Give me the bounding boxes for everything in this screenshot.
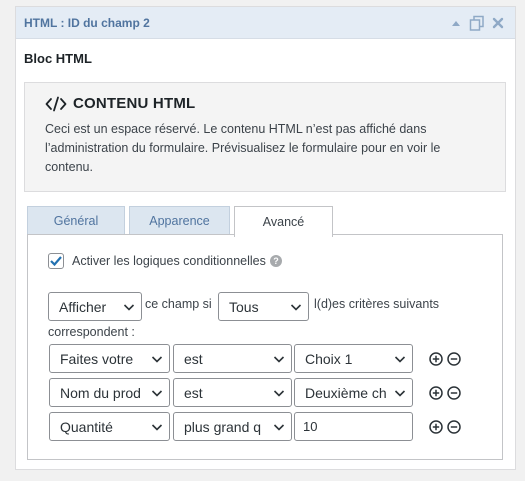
checkmark-icon <box>50 256 62 266</box>
remove-rule-icon[interactable] <box>447 386 461 400</box>
settings-tabs: Général Apparence Avancé <box>27 206 337 237</box>
rule-operator-select[interactable]: est <box>173 344 292 373</box>
html-placeholder-box: CONTENU HTML Ceci est un espace réservé.… <box>24 82 506 192</box>
panel-header: HTML : ID du champ 2 <box>16 7 515 39</box>
rule-value-select[interactable]: Deuxième ch <box>294 378 413 407</box>
rule-value-select[interactable]: Choix 1 <box>294 344 413 373</box>
duplicate-icon[interactable] <box>468 14 486 32</box>
remove-rule-icon[interactable] <box>447 352 461 366</box>
chevron-down-icon <box>273 390 285 397</box>
chevron-down-icon <box>123 304 135 311</box>
rule-field-select[interactable]: Nom du prod <box>49 378 170 407</box>
add-rule-icon[interactable] <box>429 386 443 400</box>
conditional-logic-row: Activer les logiques conditionnelles ? <box>48 253 282 269</box>
condition-text-end: correspondent : <box>48 325 135 339</box>
panel-title: HTML : ID du champ 2 <box>24 15 150 30</box>
remove-rule-icon[interactable] <box>447 420 461 434</box>
rule-field-select[interactable]: Faites votre <box>49 344 170 373</box>
rule-operator-select[interactable]: plus grand q <box>173 412 292 441</box>
chevron-down-icon <box>151 390 163 397</box>
svg-text:?: ? <box>273 256 279 266</box>
chevron-down-icon <box>151 424 163 431</box>
help-icon[interactable]: ? <box>269 255 282 267</box>
chevron-down-icon <box>290 304 302 311</box>
chevron-down-icon <box>394 356 406 363</box>
condition-text-middle: ce champ si <box>145 297 212 311</box>
tab-appearance[interactable]: Apparence <box>129 206 230 235</box>
tab-advanced[interactable]: Avancé <box>234 206 333 237</box>
conditional-logic-checkbox[interactable] <box>48 253 64 269</box>
placeholder-title-text: CONTENU HTML <box>73 95 196 112</box>
rule-field-select[interactable]: Quantité <box>49 412 170 441</box>
tab-general[interactable]: Général <box>27 206 125 235</box>
chevron-down-icon <box>273 356 285 363</box>
chevron-down-icon <box>151 356 163 363</box>
add-rule-icon[interactable] <box>429 352 443 366</box>
collapse-arrow-icon[interactable] <box>447 14 465 32</box>
delete-icon[interactable] <box>489 14 507 32</box>
chevron-down-icon <box>394 390 406 397</box>
placeholder-text: Ceci est un espace réservé. Le contenu H… <box>45 122 441 174</box>
rule-value-input[interactable]: 10 <box>294 412 413 441</box>
action-select[interactable]: Afficher <box>48 292 142 321</box>
field-settings-panel: HTML : ID du champ 2 Bloc HTML CONTENU H… <box>15 6 516 470</box>
conditional-logic-label: Activer les logiques conditionnelles <box>72 254 266 268</box>
logic-type-select[interactable]: Tous <box>218 292 309 321</box>
placeholder-title: CONTENU HTML <box>45 95 485 112</box>
field-heading: Bloc HTML <box>24 51 92 66</box>
add-rule-icon[interactable] <box>429 420 443 434</box>
rule-operator-select[interactable]: est <box>173 378 292 407</box>
code-icon <box>45 96 67 111</box>
chevron-down-icon <box>273 424 285 431</box>
condition-text-after: l(d)es critères suivants <box>314 297 440 311</box>
advanced-tab-panel: Activer les logiques conditionnelles ? A… <box>27 234 503 460</box>
